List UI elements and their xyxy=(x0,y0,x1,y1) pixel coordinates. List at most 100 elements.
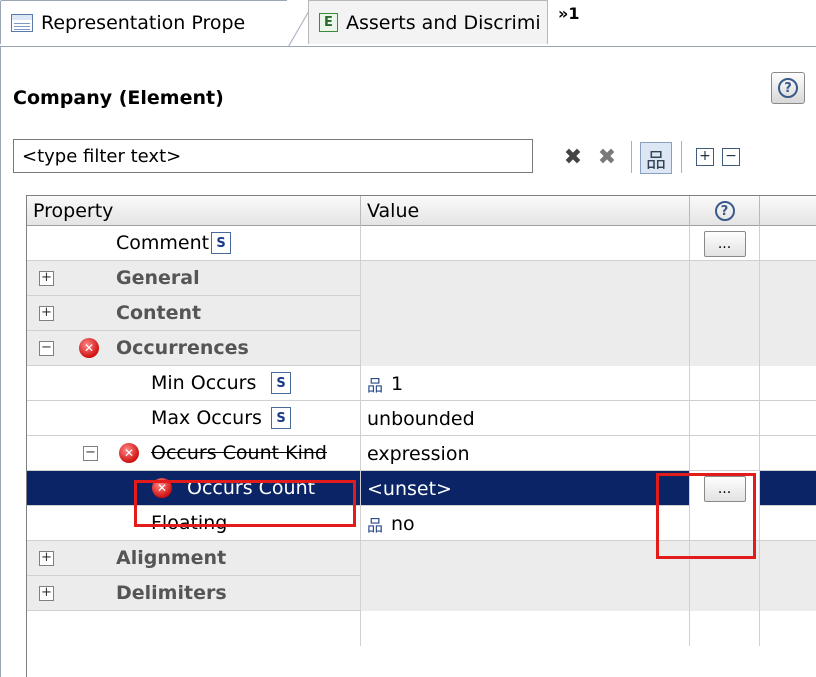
category-cell: + Alignment xyxy=(27,541,361,576)
collapse-all-button[interactable]: − xyxy=(717,143,745,171)
property-cell: Max Occurs S xyxy=(27,401,361,436)
toolbar-separator xyxy=(681,141,682,173)
empty-cell xyxy=(690,611,760,646)
clear-filter-button[interactable]: ✖ xyxy=(559,143,587,171)
property-cell: Floating xyxy=(27,506,361,541)
filter-input[interactable]: <type filter text> xyxy=(13,139,533,173)
help-icon: ? xyxy=(778,78,798,98)
empty-cell xyxy=(760,296,816,331)
value-cell[interactable]: <unset> xyxy=(361,471,690,506)
column-header-help[interactable]: ? xyxy=(690,196,760,226)
empty-cell xyxy=(760,366,816,401)
empty-cell xyxy=(760,576,816,611)
table-row-empty xyxy=(27,611,816,646)
value-cell xyxy=(361,296,690,331)
table-row[interactable]: Max Occurs S unbounded xyxy=(27,401,816,436)
property-cell: Min Occurs S xyxy=(27,366,361,401)
clear-icon: ✖ xyxy=(563,144,583,170)
value-cell xyxy=(361,541,690,576)
column-header-property[interactable]: Property xyxy=(27,196,361,226)
category-cell: + General xyxy=(27,261,361,296)
schema-s-icon: S xyxy=(271,372,291,394)
table-row[interactable]: − ✕ Occurrences xyxy=(27,331,816,366)
schema-s-icon: S xyxy=(211,232,231,254)
empty-cell xyxy=(760,436,816,471)
ellipsis-button[interactable]: ... xyxy=(703,475,746,502)
empty-cell xyxy=(760,226,816,261)
properties-document-icon xyxy=(11,13,33,32)
expand-all-icon: + xyxy=(696,148,714,166)
value-text: 1 xyxy=(391,372,404,395)
help-icon: ? xyxy=(714,201,735,221)
tab-representation-properties[interactable]: Representation Prope xyxy=(0,0,317,46)
column-header-value[interactable]: Value xyxy=(361,196,690,226)
category-cell: + Content xyxy=(27,296,361,331)
value-cell[interactable] xyxy=(361,226,690,261)
error-icon: ✕ xyxy=(79,338,99,358)
error-icon: ✕ xyxy=(119,443,139,463)
expand-all-button[interactable]: + xyxy=(691,143,719,171)
table-row[interactable]: + Delimiters xyxy=(27,576,816,611)
empty-cell xyxy=(361,611,690,646)
action-cell xyxy=(690,576,760,611)
collapse-toggle-icon[interactable]: − xyxy=(39,341,54,356)
tab-asserts-and-discriminators[interactable]: E Asserts and Discrimi xyxy=(308,0,548,44)
action-cell: ... xyxy=(690,471,760,506)
empty-cell xyxy=(760,331,816,366)
hierarchy-value-icon: 品 xyxy=(367,375,384,395)
toolbar-separator xyxy=(631,141,632,173)
empty-cell xyxy=(760,506,816,541)
table-body: Comment S ... + General + Content − ✕ Oc… xyxy=(27,226,816,646)
value-text: no xyxy=(391,512,415,535)
tab-label: Representation Prope xyxy=(41,11,246,34)
collapse-all-icon: − xyxy=(722,148,740,166)
expand-toggle-icon[interactable]: + xyxy=(39,586,54,601)
ellipsis-button[interactable]: ... xyxy=(703,230,746,257)
value-cell xyxy=(361,576,690,611)
expand-toggle-icon[interactable]: + xyxy=(39,306,54,321)
value-cell[interactable]: 品 1 xyxy=(361,366,690,401)
property-cell: − ✕ Occurs Count Kind xyxy=(27,436,361,471)
property-label: Floating xyxy=(151,512,228,534)
show-hierarchy-button[interactable]: 品 xyxy=(639,141,673,175)
empty-cell xyxy=(760,611,816,646)
action-cell xyxy=(690,436,760,471)
action-cell xyxy=(690,331,760,366)
expand-toggle-icon[interactable]: + xyxy=(39,271,54,286)
action-cell xyxy=(690,261,760,296)
table-row[interactable]: Comment S ... xyxy=(27,226,816,261)
value-cell[interactable]: 品 no xyxy=(361,506,690,541)
action-cell xyxy=(690,366,760,401)
tab-overflow-chevron[interactable]: »1 xyxy=(558,4,579,23)
property-label: Min Occurs xyxy=(151,372,257,394)
property-table: Property Value ? Comment S ... + General… xyxy=(26,195,816,677)
action-cell xyxy=(690,296,760,331)
property-cell: ✕ Occurs Count xyxy=(27,471,361,506)
expand-toggle-icon[interactable]: + xyxy=(39,551,54,566)
value-cell[interactable]: expression xyxy=(361,436,690,471)
table-row[interactable]: − ✕ Occurs Count Kind expression xyxy=(27,436,816,471)
collapse-toggle-icon[interactable]: − xyxy=(83,446,98,461)
category-cell: − ✕ Occurrences xyxy=(27,331,361,366)
property-label: Max Occurs xyxy=(151,407,262,429)
table-header: Property Value ? xyxy=(27,196,816,226)
hierarchy-icon: 品 xyxy=(640,142,672,174)
table-row[interactable]: + Alignment xyxy=(27,541,816,576)
table-row-selected[interactable]: ✕ Occurs Count <unset> ... xyxy=(27,471,816,506)
value-cell[interactable]: unbounded xyxy=(361,401,690,436)
action-cell: ... xyxy=(690,226,760,261)
table-row[interactable]: Min Occurs S 品 1 xyxy=(27,366,816,401)
editor-tab-bar: Representation Prope E Asserts and Discr… xyxy=(0,0,816,47)
table-row[interactable]: + General xyxy=(27,261,816,296)
empty-cell xyxy=(27,611,361,646)
property-cell: Comment S xyxy=(27,226,361,261)
asserts-icon: E xyxy=(319,13,338,32)
clear-all-button[interactable]: ✖ xyxy=(593,143,621,171)
help-button[interactable]: ? xyxy=(771,72,805,104)
value-cell xyxy=(361,261,690,296)
schema-s-icon: S xyxy=(271,407,291,429)
table-row[interactable]: Floating 品 no xyxy=(27,506,816,541)
action-cell xyxy=(690,541,760,576)
table-row[interactable]: + Content xyxy=(27,296,816,331)
category-label: Content xyxy=(116,302,202,324)
